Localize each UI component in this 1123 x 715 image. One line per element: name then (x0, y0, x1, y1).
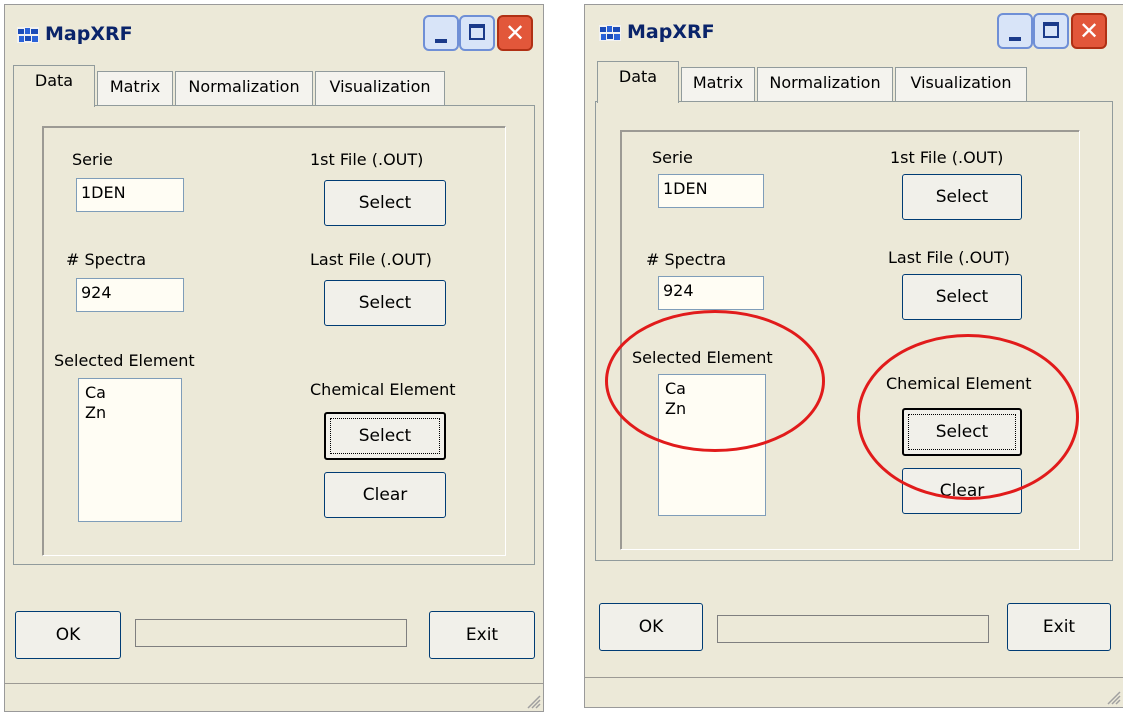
window-title: MapXRF (45, 23, 133, 45)
close-icon: ✕ (1078, 17, 1100, 45)
serie-input[interactable]: 1DEN (658, 174, 764, 208)
tab-visualization[interactable]: Visualization (315, 71, 445, 105)
ok-button[interactable]: OK (599, 603, 703, 651)
first-file-label: 1st File (.OUT) (890, 148, 1004, 167)
chemical-element-select-button[interactable]: Select (324, 412, 446, 460)
spectra-input[interactable]: 924 (658, 276, 764, 310)
last-file-select-button[interactable]: Select (324, 280, 446, 326)
list-item[interactable]: Zn (85, 403, 175, 423)
tab-visualization[interactable]: Visualization (895, 67, 1027, 101)
spectra-input[interactable]: 924 (76, 278, 184, 312)
data-tab-panel: Serie 1DEN # Spectra 924 Selected Elemen… (13, 105, 535, 565)
first-file-label: 1st File (.OUT) (310, 150, 424, 169)
last-file-select-button[interactable]: Select (902, 274, 1022, 320)
maximize-button[interactable] (459, 15, 495, 51)
last-file-label: Last File (.OUT) (310, 250, 432, 269)
maximize-button[interactable] (1033, 13, 1069, 49)
serie-label: Serie (652, 148, 693, 167)
first-file-select-button[interactable]: Select (324, 180, 446, 226)
resize-grip-icon[interactable] (1105, 689, 1121, 705)
ok-button[interactable]: OK (15, 611, 121, 659)
title-bar[interactable]: MapXRF ✕ (5, 5, 543, 61)
list-item[interactable]: Ca (85, 383, 175, 403)
serie-label: Serie (72, 150, 113, 169)
selected-element-label: Selected Element (54, 351, 195, 370)
app-icon (599, 25, 621, 41)
resize-grip-icon[interactable] (525, 693, 541, 709)
chemical-element-label: Chemical Element (310, 380, 456, 399)
first-file-select-button[interactable]: Select (902, 174, 1022, 220)
mapxrf-window-left: MapXRF ✕ Data Matrix Normalization Visua… (4, 4, 544, 712)
exit-button[interactable]: Exit (429, 611, 535, 659)
annotation-circle-selected-element (605, 310, 825, 452)
tab-matrix[interactable]: Matrix (681, 67, 755, 101)
annotation-circle-chemical-element (857, 334, 1079, 500)
tab-normalization[interactable]: Normalization (175, 71, 313, 105)
progress-bar (717, 615, 989, 643)
minimize-button[interactable] (423, 15, 459, 51)
app-icon (17, 27, 39, 43)
status-bar (585, 677, 1123, 707)
clear-button[interactable]: Clear (324, 472, 446, 518)
title-bar[interactable]: MapXRF ✕ (585, 5, 1123, 61)
close-icon: ✕ (504, 19, 526, 47)
exit-button[interactable]: Exit (1007, 603, 1111, 651)
close-button[interactable]: ✕ (1071, 13, 1107, 49)
minimize-button[interactable] (997, 13, 1033, 49)
tab-data[interactable]: Data (13, 65, 95, 107)
close-button[interactable]: ✕ (497, 15, 533, 51)
maximize-icon (1043, 22, 1059, 38)
window-title: MapXRF (627, 21, 715, 43)
maximize-icon (469, 24, 485, 40)
minimize-icon (435, 39, 447, 43)
spectra-label: # Spectra (66, 250, 147, 269)
tab-normalization[interactable]: Normalization (757, 67, 893, 101)
tab-matrix[interactable]: Matrix (97, 71, 173, 105)
status-bar (5, 683, 543, 711)
progress-bar (135, 619, 407, 647)
last-file-label: Last File (.OUT) (888, 248, 1010, 267)
tab-data[interactable]: Data (597, 61, 679, 103)
selected-element-list[interactable]: Ca Zn (78, 378, 182, 522)
serie-input[interactable]: 1DEN (76, 178, 184, 212)
spectra-label: # Spectra (646, 250, 727, 269)
minimize-icon (1009, 37, 1021, 41)
